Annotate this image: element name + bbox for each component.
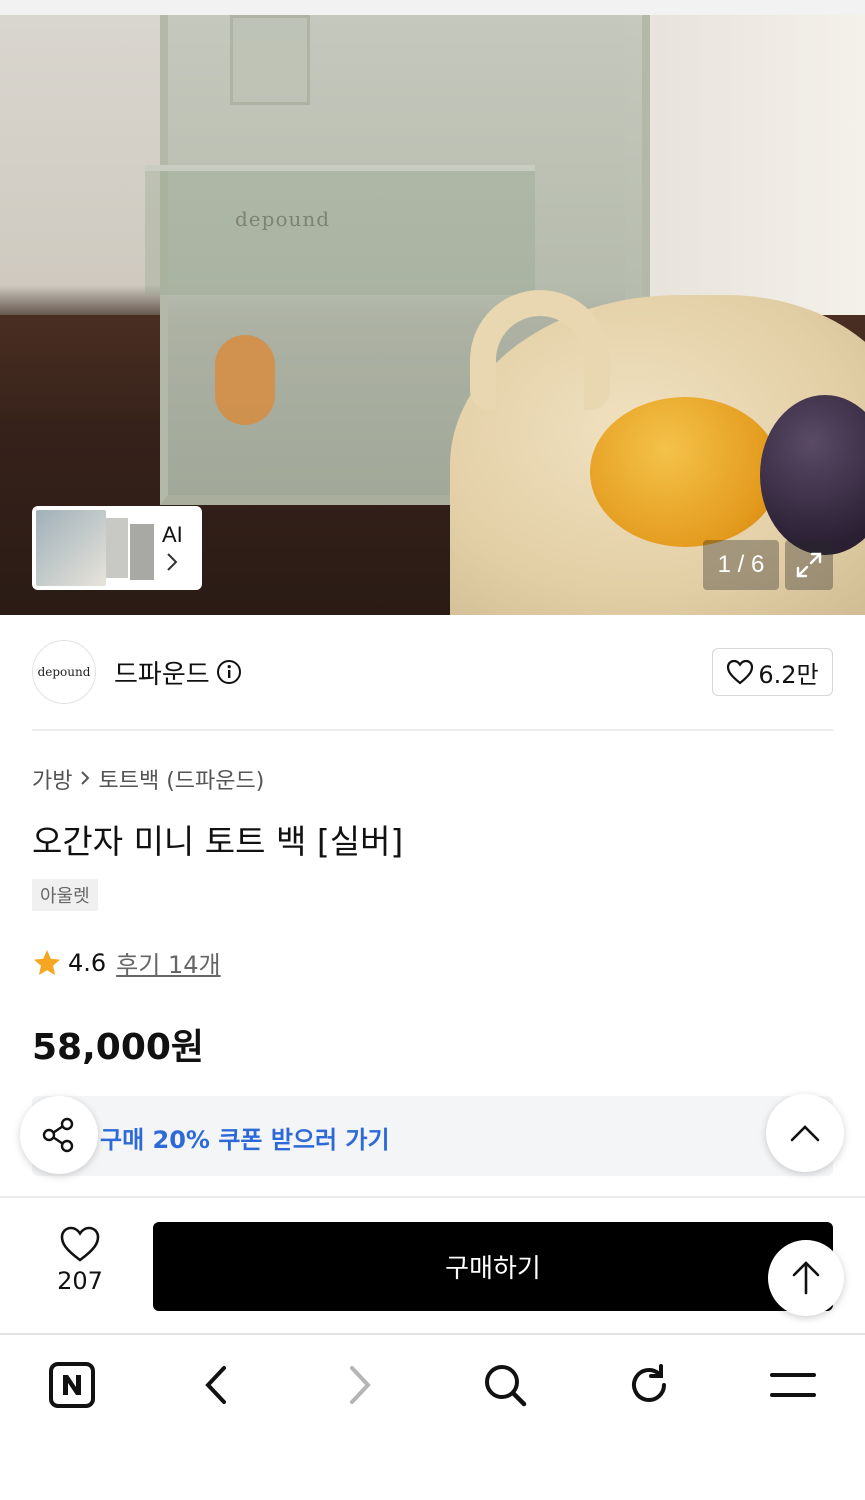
naver-home-button[interactable] bbox=[32, 1345, 112, 1425]
collapse-button[interactable] bbox=[766, 1094, 844, 1172]
arrow-up-icon bbox=[792, 1261, 820, 1295]
bag-logo: depound bbox=[235, 207, 331, 231]
expand-icon bbox=[796, 552, 822, 578]
brand-like-button[interactable]: 6.2만 bbox=[712, 648, 833, 696]
chevron-up-icon bbox=[790, 1125, 820, 1142]
scroll-top-button[interactable] bbox=[768, 1240, 844, 1316]
divider bbox=[0, 1196, 865, 1198]
ai-label: AI bbox=[162, 521, 183, 547]
wish-count: 207 bbox=[57, 1267, 103, 1295]
breadcrumb: 가방 토트백 (드파운드) bbox=[32, 763, 264, 795]
search-icon bbox=[484, 1365, 526, 1407]
refresh-button[interactable] bbox=[609, 1345, 689, 1425]
coupon-text[interactable]: 구매 20% 쿠폰 받으러 가기 bbox=[100, 1120, 390, 1155]
brand-row: depound 드파운드 6.2만 bbox=[32, 640, 833, 704]
breadcrumb-item[interactable]: 가방 bbox=[32, 763, 72, 795]
chevron-right-icon bbox=[80, 767, 90, 791]
product-title: 오간자 미니 토트 백 [실버] bbox=[32, 822, 404, 861]
price: 58,000원 bbox=[32, 1027, 205, 1068]
reviews-link[interactable]: 후기 14개 bbox=[116, 945, 220, 980]
breadcrumb-item[interactable]: 토트백 (드파운드) bbox=[98, 763, 264, 795]
brand-name[interactable]: 드파운드 bbox=[114, 654, 210, 691]
info-icon[interactable] bbox=[216, 659, 242, 685]
rating-score: 4.6 bbox=[68, 948, 107, 977]
divider bbox=[32, 729, 833, 731]
rating: 4.6 후기 14개 bbox=[32, 945, 221, 980]
wish-button[interactable]: 207 bbox=[40, 1225, 120, 1305]
heart-icon bbox=[727, 659, 754, 685]
top-strip bbox=[0, 0, 865, 15]
refresh-icon bbox=[631, 1364, 666, 1402]
share-button[interactable] bbox=[20, 1096, 98, 1174]
naver-n-icon bbox=[49, 1362, 96, 1408]
star-icon bbox=[34, 949, 60, 975]
image-counter: 1 / 6 bbox=[703, 540, 779, 590]
menu-button[interactable] bbox=[753, 1345, 833, 1425]
heart-icon bbox=[60, 1226, 100, 1262]
chevron-left-icon bbox=[205, 1366, 227, 1404]
search-button[interactable] bbox=[465, 1345, 545, 1425]
menu-icon bbox=[769, 1373, 816, 1397]
forward-button[interactable] bbox=[320, 1345, 400, 1425]
brand-like-count: 6.2만 bbox=[758, 660, 819, 689]
chevron-right-icon bbox=[350, 1366, 372, 1404]
brand-logo[interactable]: depound bbox=[32, 640, 96, 704]
thumbnail-images bbox=[36, 510, 154, 586]
expand-button[interactable] bbox=[785, 540, 833, 590]
outlet-badge: 아울렛 bbox=[32, 879, 98, 911]
chevron-right-icon bbox=[166, 552, 178, 575]
buy-button[interactable]: 구매하기 bbox=[153, 1222, 833, 1311]
browser-nav-bar bbox=[0, 1335, 865, 1435]
ai-thumbnail-button[interactable]: AI bbox=[32, 506, 202, 590]
share-icon bbox=[42, 1117, 74, 1153]
back-button[interactable] bbox=[176, 1345, 256, 1425]
